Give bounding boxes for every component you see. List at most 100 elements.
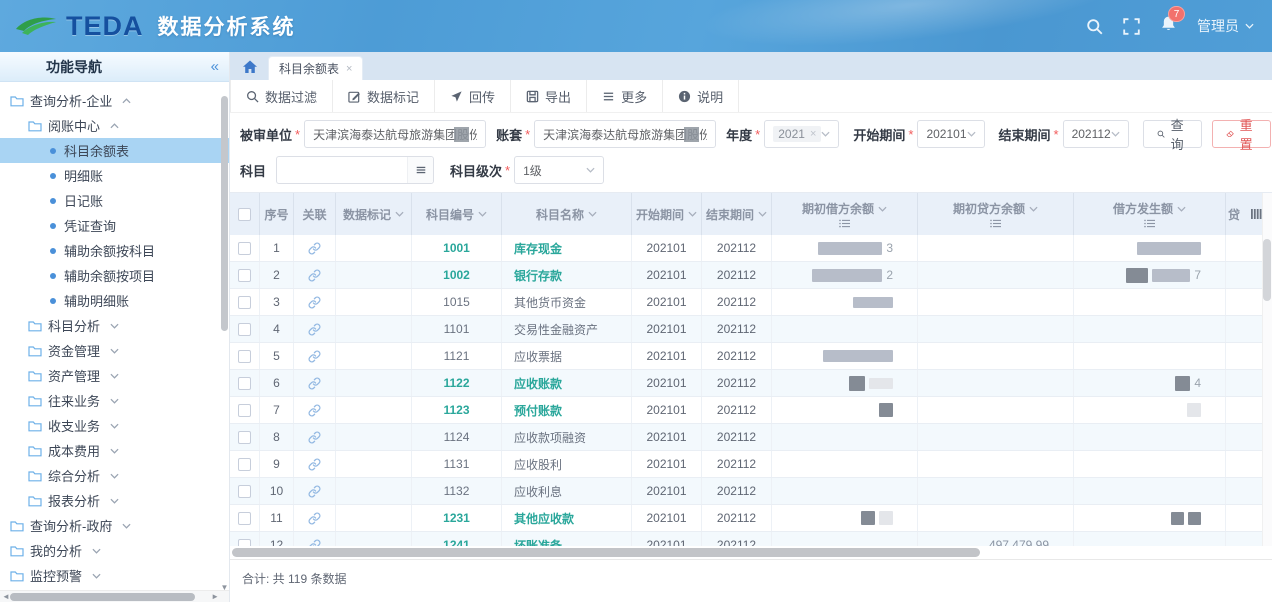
sidebar-item-leaf-3[interactable]: 明细账 bbox=[0, 163, 229, 188]
tab-close-icon[interactable]: × bbox=[346, 63, 352, 75]
row-checkbox[interactable] bbox=[238, 242, 251, 255]
scrollbar-thumb[interactable] bbox=[232, 548, 980, 557]
sidebar-item-folder-17[interactable]: 查询分析-政府 bbox=[0, 513, 229, 538]
cell-subject-code[interactable]: 1132 bbox=[412, 478, 502, 504]
user-menu[interactable]: 管理员 bbox=[1197, 16, 1254, 36]
cell-relation[interactable] bbox=[294, 478, 336, 504]
cell-subject-code[interactable]: 1002 bbox=[412, 262, 502, 288]
cell-subject-name[interactable]: 交易性金融资产 bbox=[502, 316, 632, 342]
column-header-check[interactable] bbox=[230, 193, 260, 235]
sidebar-item-leaf-8[interactable]: 辅助明细账 bbox=[0, 288, 229, 313]
sidebar-item-folder-9[interactable]: 科目分析 bbox=[0, 313, 229, 338]
sidebar-item-folder-10[interactable]: 资金管理 bbox=[0, 338, 229, 363]
subject-input[interactable] bbox=[276, 156, 434, 184]
row-checkbox[interactable] bbox=[238, 377, 251, 390]
column-header-qb[interactable]: 期初借方余额 bbox=[772, 193, 918, 235]
column-header-df[interactable]: 贷 bbox=[1226, 193, 1266, 235]
toolbar-button-search[interactable]: 数据过滤 bbox=[230, 80, 333, 112]
cell-subject-name[interactable]: 预付账款 bbox=[502, 397, 632, 423]
scrollbar-thumb[interactable] bbox=[10, 593, 195, 601]
tab-subject-balance[interactable]: 科目余额表 × bbox=[268, 56, 363, 80]
account-set-input[interactable]: 天津滨海泰达航母旅游集团股份 bbox=[534, 120, 716, 148]
sidebar-item-folder-12[interactable]: 往来业务 bbox=[0, 388, 229, 413]
search-icon[interactable] bbox=[1086, 18, 1103, 35]
toolbar-button-info[interactable]: 说明 bbox=[663, 80, 739, 112]
scroll-right-arrow[interactable]: ► bbox=[211, 592, 219, 601]
cell-relation[interactable] bbox=[294, 397, 336, 423]
column-header-name[interactable]: 科目名称 bbox=[502, 193, 632, 235]
cell-subject-code[interactable]: 1124 bbox=[412, 424, 502, 450]
cell-subject-name[interactable]: 应收账款 bbox=[502, 370, 632, 396]
sidebar-item-leaf-6[interactable]: 辅助余额按科目 bbox=[0, 238, 229, 263]
row-checkbox[interactable] bbox=[238, 350, 251, 363]
cell-relation[interactable] bbox=[294, 316, 336, 342]
year-select[interactable]: 2021 × bbox=[764, 120, 839, 148]
sidebar-item-folder-18[interactable]: 我的分析 bbox=[0, 538, 229, 563]
end-period-select[interactable]: 202112 bbox=[1063, 120, 1129, 148]
sidebar-item-leaf-7[interactable]: 辅助余额按项目 bbox=[0, 263, 229, 288]
select-all-checkbox[interactable] bbox=[238, 208, 251, 221]
cell-subject-name[interactable]: 应收利息 bbox=[502, 478, 632, 504]
notifications-button[interactable]: 7 bbox=[1160, 15, 1177, 37]
scrollbar-thumb[interactable] bbox=[1263, 239, 1271, 301]
fullscreen-icon[interactable] bbox=[1123, 18, 1140, 35]
sidebar-item-folder-13[interactable]: 收支业务 bbox=[0, 413, 229, 438]
cell-subject-name[interactable]: 其他应收款 bbox=[502, 505, 632, 531]
cell-relation[interactable] bbox=[294, 235, 336, 261]
cell-relation[interactable] bbox=[294, 289, 336, 315]
sidebar-item-leaf-2[interactable]: 科目余额表 bbox=[0, 138, 229, 163]
home-icon[interactable] bbox=[242, 59, 258, 75]
cell-subject-name[interactable]: 银行存款 bbox=[502, 262, 632, 288]
column-header-end[interactable]: 结束期间 bbox=[702, 193, 772, 235]
toolbar-button-export[interactable]: 导出 bbox=[511, 80, 587, 112]
sidebar-item-folder-15[interactable]: 综合分析 bbox=[0, 463, 229, 488]
sidebar-item-folder-19[interactable]: 监控预警 bbox=[0, 563, 229, 588]
row-checkbox[interactable] bbox=[238, 431, 251, 444]
sidebar-item-folder-14[interactable]: 成本费用 bbox=[0, 438, 229, 463]
column-header-code[interactable]: 科目编号 bbox=[412, 193, 502, 235]
cell-relation[interactable] bbox=[294, 343, 336, 369]
cell-subject-name[interactable]: 坏账准备 bbox=[502, 532, 632, 546]
row-checkbox[interactable] bbox=[238, 323, 251, 336]
row-checkbox[interactable] bbox=[238, 404, 251, 417]
cell-relation[interactable] bbox=[294, 451, 336, 477]
cell-relation[interactable] bbox=[294, 505, 336, 531]
cell-subject-name[interactable]: 库存现金 bbox=[502, 235, 632, 261]
cell-relation[interactable] bbox=[294, 262, 336, 288]
row-checkbox[interactable] bbox=[238, 296, 251, 309]
cell-subject-name[interactable]: 应收票据 bbox=[502, 343, 632, 369]
query-button[interactable]: 查询 bbox=[1143, 120, 1202, 148]
sidebar-item-leaf-4[interactable]: 日记账 bbox=[0, 188, 229, 213]
toolbar-button-send[interactable]: 回传 bbox=[435, 80, 511, 112]
sidebar-item-folder-0[interactable]: 查询分析-企业 bbox=[0, 88, 229, 113]
table-vertical-scrollbar[interactable] bbox=[1262, 193, 1272, 546]
column-header-start[interactable]: 开始期间 bbox=[632, 193, 702, 235]
sidebar-item-folder-1[interactable]: 阅账中心 bbox=[0, 113, 229, 138]
subject-level-select[interactable]: 1级 bbox=[514, 156, 604, 184]
audited-unit-input[interactable]: 天津滨海泰达航母旅游集团股份 bbox=[304, 120, 486, 148]
start-period-select[interactable]: 202101 bbox=[917, 120, 984, 148]
scroll-left-arrow[interactable]: ◄ bbox=[2, 592, 10, 601]
cell-subject-code[interactable]: 1101 bbox=[412, 316, 502, 342]
row-checkbox[interactable] bbox=[238, 539, 251, 547]
cell-subject-name[interactable]: 其他货币资金 bbox=[502, 289, 632, 315]
sidebar-item-folder-11[interactable]: 资产管理 bbox=[0, 363, 229, 388]
column-header-mark[interactable]: 数据标记 bbox=[336, 193, 412, 235]
cell-relation[interactable] bbox=[294, 532, 336, 546]
sidebar-item-leaf-5[interactable]: 凭证查询 bbox=[0, 213, 229, 238]
column-header-rel[interactable]: 关联 bbox=[294, 193, 336, 235]
cell-relation[interactable] bbox=[294, 370, 336, 396]
toolbar-button-more[interactable]: 更多 bbox=[587, 80, 663, 112]
row-checkbox[interactable] bbox=[238, 512, 251, 525]
reset-button[interactable]: 重置 bbox=[1212, 120, 1271, 148]
column-header-qd[interactable]: 期初贷方余额 bbox=[918, 193, 1074, 235]
cell-subject-name[interactable]: 应收股利 bbox=[502, 451, 632, 477]
row-checkbox[interactable] bbox=[238, 485, 251, 498]
table-horizontal-scrollbar[interactable] bbox=[230, 546, 1272, 559]
sidebar-vertical-scrollbar[interactable]: ▼ bbox=[220, 88, 229, 578]
subject-picker-button[interactable] bbox=[407, 157, 433, 183]
cell-subject-code[interactable]: 1015 bbox=[412, 289, 502, 315]
row-checkbox[interactable] bbox=[238, 269, 251, 282]
cell-subject-code[interactable]: 1121 bbox=[412, 343, 502, 369]
toolbar-button-edit[interactable]: 数据标记 bbox=[333, 80, 435, 112]
